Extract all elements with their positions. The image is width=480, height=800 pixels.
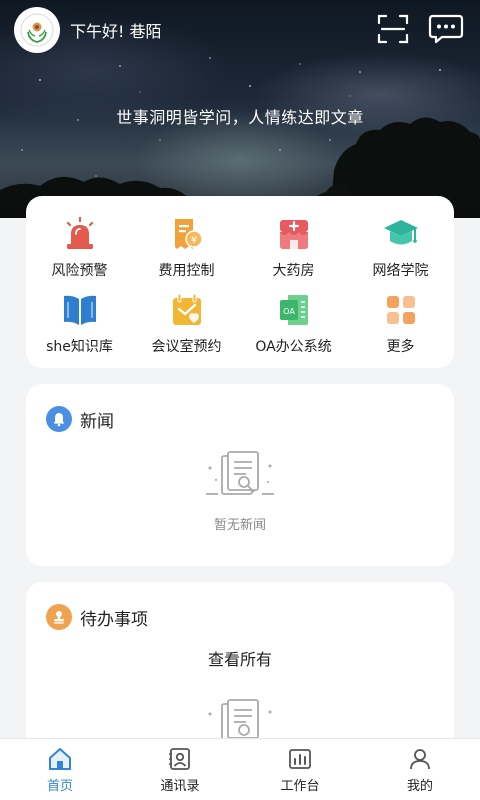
tab-home[interactable]: 首页 <box>0 739 120 800</box>
graduation-cap-icon <box>383 220 418 245</box>
slogan-text: 世事洞明皆学问，人情练达即文章 <box>116 108 364 127</box>
todo-card: 待办事项 查看所有 <box>26 582 454 762</box>
oa-office-icon: OA <box>279 295 308 325</box>
quick-menu-card: 风险预警 ¥ 费用控制 大药房 网络学院 she知识库 会议室预约 OA OA办… <box>26 196 454 368</box>
menu-pharmacy[interactable]: 大药房 <box>240 214 347 280</box>
tab-label: 工作台 <box>280 778 320 794</box>
todo-title: 待办事项 <box>80 609 148 630</box>
menu-risk-warning[interactable]: 风险预警 <box>26 214 133 280</box>
news-empty-state: 暂无新闻 <box>26 450 454 533</box>
svg-text:OA: OA <box>283 307 295 316</box>
open-book-icon <box>63 295 96 325</box>
scan-button[interactable] <box>376 12 410 46</box>
menu-label: 会议室预约 <box>151 339 222 355</box>
tab-profile[interactable]: 我的 <box>360 739 480 800</box>
pharmacy-icon <box>279 220 308 249</box>
menu-fee-control[interactable]: ¥ 费用控制 <box>133 214 240 280</box>
menu-label: 费用控制 <box>158 263 215 279</box>
menu-meeting-room-booking[interactable]: 会议室预约 <box>133 290 240 356</box>
news-card: 新闻 暂无新闻 <box>26 384 454 566</box>
fee-receipt-icon: ¥ <box>174 219 203 249</box>
calendar-heart-icon <box>172 293 201 325</box>
menu-label: 风险预警 <box>51 263 108 279</box>
contacts-icon <box>169 747 190 770</box>
news-title: 新闻 <box>80 411 114 432</box>
header-banner: 下午好! 巷陌 世事洞明皆学问，人情练达即文章 <box>0 0 480 218</box>
more-grid-icon <box>386 296 415 324</box>
menu-online-academy[interactable]: 网络学院 <box>347 214 454 280</box>
menu-label: OA办公系统 <box>255 339 332 355</box>
menu-label: 更多 <box>386 339 415 355</box>
menu-oa-office-system[interactable]: OA OA办公系统 <box>240 290 347 356</box>
svg-text:¥: ¥ <box>190 235 196 246</box>
logo-avatar[interactable] <box>14 7 60 53</box>
empty-document-icon <box>206 451 274 495</box>
menu-she-knowledge-base[interactable]: she知识库 <box>26 290 133 356</box>
logo-emblem-icon <box>20 13 54 47</box>
tab-label: 通讯录 <box>160 778 200 794</box>
news-badge <box>46 406 72 432</box>
menu-more[interactable]: 更多 <box>347 290 454 356</box>
todo-badge <box>46 604 72 630</box>
scan-icon <box>377 14 409 44</box>
menu-label: she知识库 <box>46 339 113 355</box>
workbench-chart-icon <box>289 748 311 769</box>
profile-icon <box>410 748 430 769</box>
menu-label: 大药房 <box>272 263 315 279</box>
message-icon <box>428 14 464 44</box>
menu-label: 网络学院 <box>372 263 429 279</box>
tab-workbench[interactable]: 工作台 <box>240 739 360 800</box>
bell-icon <box>54 413 64 427</box>
tab-label: 我的 <box>406 778 433 794</box>
news-empty-text: 暂无新闻 <box>213 518 266 533</box>
tab-contacts[interactable]: 通讯录 <box>120 739 240 800</box>
tab-label: 首页 <box>46 778 73 794</box>
view-all-link[interactable]: 查看所有 <box>26 646 454 670</box>
stamp-icon <box>54 611 64 624</box>
greeting-text: 下午好! 巷陌 <box>70 22 162 41</box>
bottom-tab-bar: 首页 通讯录 工作台 我的 <box>0 738 480 800</box>
message-button[interactable] <box>428 12 464 46</box>
alarm-light-icon <box>66 216 93 249</box>
home-icon <box>49 747 71 770</box>
